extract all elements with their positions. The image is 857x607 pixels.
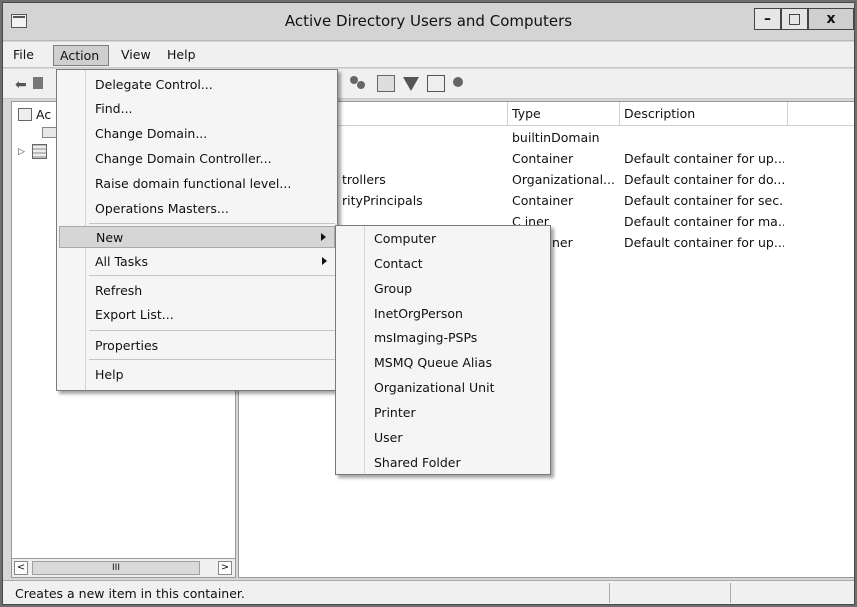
column-header-type[interactable]: Type bbox=[512, 106, 541, 121]
cell-description: Default container for ma... bbox=[624, 214, 784, 229]
find-users-icon[interactable] bbox=[349, 75, 367, 92]
new-submenu: Computer Contact Group InetOrgPerson msI… bbox=[335, 225, 551, 475]
cell-name: rityPrincipals bbox=[342, 193, 423, 208]
menu-item-new[interactable]: New bbox=[59, 226, 335, 248]
minimize-button[interactable]: – bbox=[754, 8, 781, 30]
menu-item-label: Refresh bbox=[95, 283, 143, 298]
submenu-arrow-icon bbox=[321, 233, 326, 241]
domain-icon[interactable] bbox=[32, 144, 47, 159]
forward-arrow-icon[interactable] bbox=[33, 77, 43, 89]
tree-root-label[interactable]: Ac bbox=[36, 107, 51, 122]
cell-description: Default container for up... bbox=[624, 235, 784, 250]
menu-item-label: Properties bbox=[95, 338, 159, 353]
submenu-item-inetorgperson[interactable]: InetOrgPerson bbox=[338, 303, 548, 325]
menu-item-delegate-control[interactable]: Delegate Control... bbox=[59, 74, 335, 96]
menu-file[interactable]: File bbox=[7, 45, 40, 66]
menu-item-all-tasks[interactable]: All Tasks bbox=[59, 251, 335, 273]
menu-item-label: InetOrgPerson bbox=[374, 306, 463, 321]
query-icon[interactable] bbox=[427, 75, 445, 92]
column-separator[interactable] bbox=[619, 102, 620, 126]
submenu-item-computer[interactable]: Computer bbox=[338, 228, 548, 250]
column-header-description[interactable]: Description bbox=[624, 106, 695, 121]
cell-type: Container bbox=[512, 151, 574, 166]
add-to-group-icon[interactable] bbox=[377, 75, 395, 92]
menu-item-label: Group bbox=[374, 281, 413, 296]
menu-item-help[interactable]: Help bbox=[59, 364, 335, 386]
cell-type: Container bbox=[512, 193, 574, 208]
action-menu: Delegate Control... Find... Change Domai… bbox=[56, 69, 338, 391]
maximize-button[interactable]: □ bbox=[781, 8, 808, 30]
menu-separator bbox=[89, 223, 335, 224]
menu-item-label: Raise domain functional level... bbox=[95, 176, 292, 191]
cell-type: Organizational... bbox=[512, 172, 615, 187]
menu-item-label: Operations Masters... bbox=[95, 201, 229, 216]
main-window: Active Directory Users and Computers – □… bbox=[2, 2, 855, 605]
status-separator bbox=[730, 583, 731, 603]
tree-horizontal-scrollbar[interactable]: < III > bbox=[11, 558, 236, 578]
menu-item-raise-domain-level[interactable]: Raise domain functional level... bbox=[59, 173, 335, 195]
submenu-item-group[interactable]: Group bbox=[338, 278, 548, 300]
menu-item-find[interactable]: Find... bbox=[59, 98, 335, 120]
back-arrow-icon[interactable]: ⬅ bbox=[15, 77, 27, 93]
window-title: Active Directory Users and Computers bbox=[284, 12, 573, 30]
cell-name: trollers bbox=[342, 172, 386, 187]
close-button[interactable]: x bbox=[808, 8, 854, 30]
menu-item-label: Help bbox=[95, 367, 124, 382]
menu-item-label: msImaging-PSPs bbox=[374, 330, 478, 345]
menu-item-label: Change Domain... bbox=[95, 126, 208, 141]
menu-separator bbox=[89, 330, 335, 331]
menu-item-label: New bbox=[96, 230, 124, 245]
title-bar[interactable]: Active Directory Users and Computers – □… bbox=[3, 3, 854, 41]
menu-item-properties[interactable]: Properties bbox=[59, 335, 335, 357]
menu-item-label: MSMQ Queue Alias bbox=[374, 355, 493, 370]
menu-item-operations-masters[interactable]: Operations Masters... bbox=[59, 198, 335, 220]
menu-item-change-domain-controller[interactable]: Change Domain Controller... bbox=[59, 148, 335, 170]
submenu-item-contact[interactable]: Contact bbox=[338, 253, 548, 275]
cell-type: builtinDomain bbox=[512, 130, 600, 145]
menu-action[interactable]: Action bbox=[53, 45, 109, 66]
menu-item-label: Find... bbox=[95, 101, 133, 116]
submenu-arrow-icon bbox=[322, 257, 327, 265]
console-root-icon bbox=[18, 108, 32, 121]
menu-item-label: Delegate Control... bbox=[95, 77, 213, 92]
menu-item-export-list[interactable]: Export List... bbox=[59, 304, 335, 326]
column-separator[interactable] bbox=[507, 102, 508, 126]
menu-view[interactable]: View bbox=[115, 45, 157, 66]
scroll-right-button[interactable]: > bbox=[218, 561, 232, 575]
expand-icon[interactable]: ▷ bbox=[18, 147, 25, 157]
column-separator[interactable] bbox=[787, 102, 788, 126]
folder-icon[interactable] bbox=[42, 127, 57, 138]
menu-item-label: User bbox=[374, 430, 403, 445]
menu-item-label: Computer bbox=[374, 231, 437, 246]
delegate-icon[interactable] bbox=[451, 75, 469, 92]
status-bar: Creates a new item in this container. bbox=[3, 580, 854, 604]
submenu-item-printer[interactable]: Printer bbox=[338, 402, 548, 424]
menu-item-label: Printer bbox=[374, 405, 416, 420]
menu-item-label: All Tasks bbox=[95, 254, 148, 269]
status-separator bbox=[609, 583, 610, 603]
status-text: Creates a new item in this container. bbox=[15, 586, 245, 601]
submenu-item-msimaging-psps[interactable]: msImaging-PSPs bbox=[338, 327, 548, 349]
scroll-thumb[interactable]: III bbox=[32, 561, 200, 575]
cell-description: Default container for up... bbox=[624, 151, 784, 166]
menu-separator bbox=[89, 275, 335, 276]
submenu-item-organizational-unit[interactable]: Organizational Unit bbox=[338, 377, 548, 399]
menu-item-change-domain[interactable]: Change Domain... bbox=[59, 123, 335, 145]
submenu-item-msmq-queue-alias[interactable]: MSMQ Queue Alias bbox=[338, 352, 548, 374]
menu-item-label: Organizational Unit bbox=[374, 380, 495, 395]
menu-item-label: Shared Folder bbox=[374, 455, 461, 470]
submenu-item-shared-folder[interactable]: Shared Folder bbox=[338, 452, 548, 474]
menu-item-refresh[interactable]: Refresh bbox=[59, 280, 335, 302]
menu-bar: File Action View Help bbox=[3, 42, 854, 68]
menu-item-label: Contact bbox=[374, 256, 423, 271]
filter-icon[interactable] bbox=[403, 77, 419, 91]
menu-help[interactable]: Help bbox=[161, 45, 202, 66]
menu-item-label: Export List... bbox=[95, 307, 174, 322]
cell-description: Default container for do... bbox=[624, 172, 784, 187]
menu-separator bbox=[89, 359, 335, 360]
menu-item-label: Change Domain Controller... bbox=[95, 151, 272, 166]
scroll-left-button[interactable]: < bbox=[14, 561, 28, 575]
submenu-item-user[interactable]: User bbox=[338, 427, 548, 449]
cell-description: Default container for sec... bbox=[624, 193, 784, 208]
